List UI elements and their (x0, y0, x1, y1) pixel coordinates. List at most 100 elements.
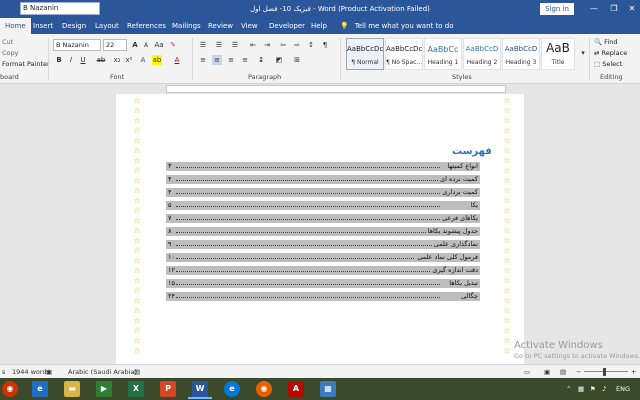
macro-icon[interactable]: ▤ (134, 365, 140, 379)
excel-icon[interactable]: X (128, 381, 144, 397)
zoom-slider[interactable] (584, 371, 628, 372)
style-heading-3[interactable]: AaBbCcD Heading 3 (502, 38, 540, 70)
decrease-indent-icon[interactable]: ⇤ (248, 40, 258, 50)
tab-developer[interactable]: Developer (264, 18, 310, 34)
tray-flag-icon[interactable]: ⚑ (590, 378, 596, 400)
print-layout-icon[interactable]: ▣ (544, 365, 550, 379)
increase-indent-icon[interactable]: ⇥ (262, 40, 272, 50)
sort-icon[interactable]: ↕ (306, 40, 316, 50)
ltr-icon[interactable]: ⇨ (292, 40, 302, 50)
style-heading-2[interactable]: AaBbCcD Heading 2 (463, 38, 501, 70)
toc-entry[interactable]: ۵ یکا (166, 201, 480, 210)
toc-entry[interactable]: ۳ انواع کمیتها (166, 162, 480, 171)
copy-button[interactable]: Copy (2, 49, 19, 57)
input-language[interactable]: ENG (616, 378, 630, 400)
tab-review[interactable]: Review (203, 18, 238, 34)
justify-icon[interactable]: ≡ (240, 55, 250, 65)
change-case-button[interactable]: Aa (154, 40, 164, 50)
quick-font-box[interactable]: B Nazanin (20, 2, 100, 15)
toc-entry[interactable]: ۴ کمیت برداری (166, 188, 480, 197)
tray-network-icon[interactable]: ▦ (578, 378, 584, 400)
zoom-out-button[interactable]: − (576, 365, 581, 379)
show-marks-button[interactable]: ¶ (320, 40, 330, 50)
shading-icon[interactable]: ◩ (274, 55, 284, 65)
toc-entry[interactable]: ۲۴ چگالی (166, 292, 480, 301)
language-indicator[interactable]: Arabic (Saudi Arabia) (68, 365, 137, 379)
font-color-button[interactable]: A (172, 55, 182, 65)
firefox-icon[interactable]: ◉ (256, 381, 272, 397)
close-button[interactable]: ✕ (622, 0, 640, 18)
word-count[interactable]: 1944 words (12, 365, 50, 379)
style-title[interactable]: AaB Title (541, 38, 575, 70)
grow-font-button[interactable]: A (130, 40, 140, 50)
toc-heading[interactable]: فهرست (452, 146, 492, 157)
document-area[interactable]: ☆ ☆ ☆ ☆ ☆ ☆ ☆ ☆ ☆ ☆ ☆ ☆ ☆ ☆ ☆ ☆ ☆ ☆ ☆ ☆ ☆ ☆ ☆ ☆ ☆ ☆ ☆ ☆ ☆ ☆ ☆ ☆ ☆ ☆ ☆ ☆ ☆ ☆ ☆… (0, 94, 640, 364)
style-normal[interactable]: AaBbCcDc ¶ Normal (346, 38, 384, 70)
line-spacing-icon[interactable]: ↨ (256, 55, 266, 65)
read-mode-icon[interactable]: ▭ (524, 365, 530, 379)
cut-button[interactable]: Cut (2, 38, 13, 46)
superscript-icon[interactable]: x² (124, 55, 134, 65)
strikethrough-icon[interactable]: ab (96, 55, 106, 65)
toc-entry[interactable]: ۸ جدول پیشوند یکاها (166, 227, 480, 236)
zoom-slider-thumb[interactable] (603, 368, 606, 376)
file-explorer-icon[interactable]: ▬ (64, 381, 80, 397)
align-right-icon[interactable]: ≡ (226, 55, 236, 65)
proofing-icon[interactable]: ▣ (46, 365, 52, 379)
italic-button[interactable]: I (66, 55, 76, 65)
tab-insert[interactable]: Insert (28, 18, 58, 34)
tab-design[interactable]: Design (57, 18, 91, 34)
web-layout-icon[interactable]: ▤ (560, 365, 566, 379)
styles-more-icon[interactable]: ▾ (578, 48, 588, 58)
tab-references[interactable]: References (122, 18, 171, 34)
tray-volume-icon[interactable]: ♪ (602, 378, 606, 400)
text-effects-icon[interactable]: A (138, 55, 148, 65)
style-heading-1[interactable]: AaBbCc Heading 1 (424, 38, 462, 70)
page-indicator[interactable]: s (2, 365, 5, 379)
toc-entry[interactable]: ۱۲ دقت اندازه گیری (166, 266, 480, 275)
align-left-icon[interactable]: ≡ (198, 55, 208, 65)
tab-help[interactable]: Help (306, 18, 332, 34)
shrink-font-button[interactable]: A (141, 41, 151, 51)
media-player-icon[interactable]: ▶ (96, 381, 112, 397)
internet-explorer-icon[interactable]: e (32, 381, 48, 397)
font-size-dropdown[interactable]: 22 (103, 39, 127, 51)
restore-button[interactable]: ❐ (604, 0, 624, 18)
borders-icon[interactable]: ⊞ (292, 55, 302, 65)
clear-formatting-icon[interactable]: ✎ (168, 40, 178, 50)
tab-mailings[interactable]: Mailings (167, 18, 206, 34)
acrobat-icon[interactable]: A (288, 381, 304, 397)
toc-entry[interactable]: ۱۰ فرمول کلی نماد علمی (166, 253, 480, 262)
select-button[interactable]: ⬚ Select (594, 60, 622, 68)
format-painter-button[interactable]: Format Painter (2, 60, 50, 68)
style-no-spacing[interactable]: AaBbCcDc ¶ No Spac... (385, 38, 423, 70)
bold-button[interactable]: B (54, 55, 64, 65)
tab-layout[interactable]: Layout (90, 18, 124, 34)
word-icon[interactable]: W (192, 381, 208, 397)
network-app-icon[interactable]: ▦ (320, 381, 336, 397)
bullets-icon[interactable]: ☰ (198, 40, 208, 50)
multilevel-list-icon[interactable]: ☰ (230, 40, 240, 50)
start-orb-icon[interactable]: ◉ (2, 381, 18, 397)
toc-entry[interactable]: ۴ کمیت نرده ای (166, 175, 480, 184)
tab-home[interactable]: Home (0, 18, 31, 34)
tell-me-search[interactable]: 💡 Tell me what you want to do (340, 18, 453, 34)
ruler-track[interactable] (166, 85, 506, 93)
font-name-dropdown[interactable]: B Nazanin (53, 39, 101, 51)
edge-icon[interactable]: e (224, 381, 240, 397)
underline-button[interactable]: U (78, 55, 88, 65)
replace-button[interactable]: ⇄ Replace (594, 49, 627, 57)
zoom-in-button[interactable]: + (631, 365, 636, 379)
align-center-icon[interactable]: ≡ (212, 55, 222, 65)
numbering-icon[interactable]: ☰ (214, 40, 224, 50)
tab-view[interactable]: View (236, 18, 263, 34)
toc-entry[interactable]: ۹ نمادگذاری علمی (166, 240, 480, 249)
toc-entry[interactable]: ۱۵ تبدیل یکاها (166, 279, 480, 288)
powerpoint-icon[interactable]: P (160, 381, 176, 397)
find-button[interactable]: 🔍 Find (594, 38, 618, 46)
tray-up-arrow-icon[interactable]: ⌃ (566, 378, 571, 400)
subscript-icon[interactable]: x₂ (112, 55, 122, 65)
minimize-button[interactable]: — (584, 0, 604, 18)
highlight-icon[interactable]: ab (152, 55, 162, 65)
rtl-icon[interactable]: ⇦ (278, 40, 288, 50)
